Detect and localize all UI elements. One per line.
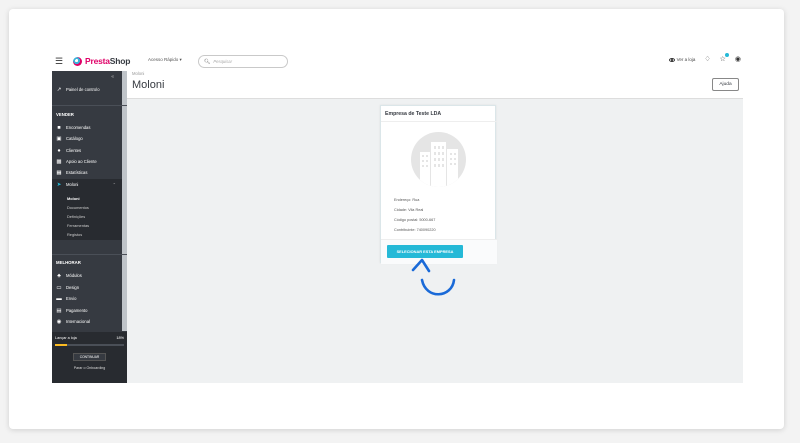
- sidebar-item-dashboard[interactable]: ↗ Painel de controlo: [52, 84, 122, 95]
- user-icon[interactable]: ◉: [735, 56, 741, 63]
- sidebar-item-label: Envio: [66, 296, 77, 301]
- sidebar-item-label: Apoio ao Cliente: [66, 159, 97, 164]
- header-actions: Ver a loja ♢ ☆ ◉: [668, 53, 741, 63]
- submenu-item-tools[interactable]: Ferramentas: [67, 223, 89, 228]
- select-company-button[interactable]: SELECIONAR ESTA EMPRESA: [387, 245, 463, 258]
- card-icon: ▤: [56, 307, 62, 314]
- breadcrumb[interactable]: Moloni: [132, 71, 144, 76]
- prestashop-logo[interactable]: PrestaShop: [73, 56, 130, 66]
- moloni-submenu: Moloni Documentos Definições Ferramentas…: [52, 190, 122, 240]
- stop-onboarding-link[interactable]: Parar o Onboarding: [52, 366, 127, 370]
- trend-icon: ↗: [56, 86, 62, 93]
- sidebar-item-label: Pagamento: [66, 308, 88, 313]
- sidebar-item-customer-service[interactable]: ▩ Apoio ao Cliente: [52, 156, 122, 167]
- chart-icon: ▦: [56, 169, 62, 176]
- top-header: ☰ PrestaShop Acesso Rápido ▾ 🔍︎ Ver a lo…: [52, 51, 743, 71]
- user-icon: ●: [57, 147, 61, 154]
- sidebar-item-orders[interactable]: ■ Encomendas: [52, 122, 122, 133]
- onboarding-progress-fill: [55, 344, 68, 346]
- page-title: Moloni: [132, 79, 165, 91]
- continue-button[interactable]: CONTINUAR: [73, 353, 106, 361]
- curved-arrow-annotation-icon: [411, 258, 456, 296]
- page-header: Moloni Moloni Ajuda: [127, 71, 743, 99]
- store-icon: ▣: [56, 135, 62, 142]
- section-sell: VENDER: [56, 112, 74, 117]
- moloni-icon: ➤: [56, 181, 62, 188]
- collapse-sidebar-icon[interactable]: «: [111, 74, 114, 80]
- monitor-icon: ▭: [56, 284, 62, 291]
- onboarding-panel: Lançar a loja 18% CONTINUAR Parar o Onbo…: [52, 332, 127, 383]
- chat-icon: ▩: [56, 158, 62, 165]
- trophy-icon[interactable]: ☆: [720, 53, 729, 63]
- sidebar-item-label: Catálogo: [66, 136, 83, 141]
- eye-icon: [668, 57, 675, 62]
- sidebar-item-moloni[interactable]: ➤ Moloni ⌃: [52, 179, 122, 190]
- hamburger-icon[interactable]: ☰: [55, 56, 63, 67]
- sidebar: « ↗ Painel de controlo VENDER ■ Encomend…: [52, 71, 127, 383]
- company-city: Cidade: Vila Real: [394, 208, 424, 212]
- chevron-up-icon: ⌃: [112, 182, 116, 187]
- sidebar-item-label: Módulos: [66, 273, 82, 278]
- submenu-item-moloni[interactable]: Moloni: [67, 196, 80, 201]
- puzzle-icon: ♣: [57, 272, 61, 279]
- submenu-item-settings[interactable]: Definições: [67, 214, 85, 219]
- bell-icon[interactable]: ♢: [704, 56, 710, 63]
- search-box[interactable]: 🔍︎: [198, 55, 288, 68]
- company-name: Empresa de Teste LDA: [381, 106, 497, 122]
- onboarding-progress-bar: [55, 344, 124, 346]
- cart-icon: ■: [57, 124, 61, 131]
- sidebar-item-label: Encomendas: [66, 125, 91, 130]
- help-button[interactable]: Ajuda: [712, 78, 739, 91]
- truck-icon: ▬: [56, 295, 62, 302]
- building-icon: [411, 132, 466, 187]
- sidebar-item-label: Moloni: [66, 182, 79, 187]
- quick-access-dropdown[interactable]: Acesso Rápido ▾: [148, 57, 182, 63]
- sidebar-item-label: Estatísticas: [66, 170, 88, 175]
- sidebar-item-modules[interactable]: ♣ Módulos: [52, 270, 122, 281]
- sidebar-item-label: Design: [66, 285, 80, 290]
- sidebar-item-payment[interactable]: ▤ Pagamento: [52, 305, 122, 316]
- notification-badge: [724, 53, 729, 57]
- company-details: Endereço: Rua Cidade: Vila Real Código p…: [394, 195, 436, 235]
- sidebar-item-stats[interactable]: ▦ Estatísticas: [52, 167, 122, 178]
- sidebar-item-label: Internacional: [66, 319, 90, 324]
- search-input[interactable]: [213, 59, 284, 64]
- section-improve: MELHORAR: [56, 260, 81, 265]
- sidebar-item-design[interactable]: ▭ Design: [52, 282, 122, 293]
- submenu-item-logs[interactable]: Registos: [67, 232, 82, 237]
- company-address: Endereço: Rua: [394, 198, 420, 202]
- divider: [52, 254, 127, 255]
- search-icon: 🔍︎: [204, 58, 211, 65]
- logo-text: PrestaShop: [85, 56, 131, 66]
- launch-store-label: Lançar a loja: [55, 336, 77, 340]
- company-postal-code: Código postal: 5000-667: [394, 218, 436, 222]
- launch-percent: 18%: [116, 336, 124, 340]
- company-taxpayer: Contribuinte: 740090220: [394, 228, 436, 232]
- view-store-link[interactable]: Ver a loja: [668, 57, 696, 62]
- prestashop-admin: ☰ PrestaShop Acesso Rápido ▾ 🔍︎ Ver a lo…: [52, 51, 743, 383]
- sidebar-item-shipping[interactable]: ▬ Envio: [52, 293, 122, 304]
- view-store-label: Ver a loja: [676, 57, 696, 62]
- sidebar-item-label: Painel de controlo: [66, 87, 100, 92]
- divider: [52, 105, 127, 106]
- globe-icon: ◉: [56, 318, 62, 325]
- sidebar-item-customers[interactable]: ● Clientes: [52, 145, 122, 156]
- submenu-item-documents[interactable]: Documentos: [67, 205, 89, 210]
- sidebar-item-label: Clientes: [66, 148, 82, 153]
- sidebar-item-catalog[interactable]: ▣ Catálogo: [52, 133, 122, 144]
- company-card: Empresa de Teste LDA Endereço: Rua Cidad…: [380, 105, 497, 264]
- main-content: Empresa de Teste LDA Endereço: Rua Cidad…: [127, 99, 743, 383]
- prestashop-logo-icon: [73, 56, 82, 66]
- sidebar-item-international[interactable]: ◉ Internacional: [52, 316, 122, 327]
